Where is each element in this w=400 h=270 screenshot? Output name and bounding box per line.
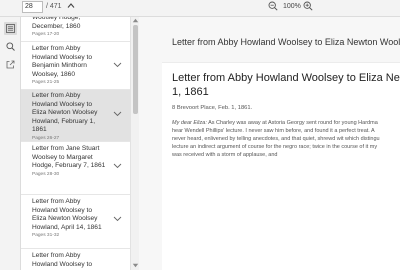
toc-item[interactable]: Woolsey Hodge, December, 1860 Pages 17-2… — [21, 17, 131, 42]
document-view: Letter from Abby Howland Woolsey to Eliz… — [140, 17, 400, 270]
salutation: My dear Eliza: — [172, 120, 207, 126]
toc-item[interactable]: Letter from Abby Howland Woolsey to — [21, 249, 131, 270]
document-body: My dear Eliza: As Charley was away at As… — [172, 119, 400, 159]
scrollbar-thumb[interactable] — [133, 25, 138, 114]
body-line: never heard, enlivened by telling anecdo… — [172, 136, 380, 142]
toc-item-title: Letter from Abby Howland Woolsey to Benj… — [32, 45, 92, 78]
toc-item-pages: Pages 26-27 — [32, 135, 60, 141]
toc-item[interactable]: Letter from Jane Stuart Woolsey to Marga… — [21, 142, 131, 195]
document-header-title: Letter from Abby Howland Woolsey to Eliz… — [172, 37, 400, 47]
external-link-button[interactable] — [4, 58, 17, 71]
document-title-line-2: 1, 1861 — [172, 85, 209, 98]
previous-page-chevron-up-icon[interactable] — [66, 0, 76, 12]
toc-item[interactable]: Letter from Abby Howland Woolsey to Benj… — [21, 42, 131, 90]
document-title: Letter from Abby Howland Woolsey to Eliz… — [172, 72, 400, 99]
chevron-down-icon[interactable] — [113, 216, 122, 222]
toc-item-title: Woolsey Hodge, December, 1860 — [32, 17, 81, 30]
chevron-down-icon[interactable] — [113, 62, 122, 68]
table-of-contents-panel: Woolsey Hodge, December, 1860 Pages 17-2… — [21, 17, 139, 270]
zoom-level-label: 100% — [283, 3, 301, 10]
toc-item-pages: Pages 21-25 — [32, 80, 60, 86]
table-of-contents-icon — [6, 24, 15, 33]
toc-item-pages: Pages 28-30 — [32, 171, 60, 177]
scroll-up-arrow-icon[interactable] — [132, 18, 139, 23]
top-toolbar: 28 / 471 100% — [0, 0, 400, 17]
body-line: hear Wendell Phillips' lecture. I never … — [172, 128, 375, 134]
left-icon-rail — [0, 17, 21, 270]
zoom-out-icon[interactable] — [268, 1, 278, 11]
toc-item-title: Letter from Abby Howland Woolsey to Eliz… — [32, 198, 102, 231]
document-page: Letter from Abby Howland Woolsey to Eliz… — [162, 62, 400, 270]
page-number-input[interactable]: 28 — [22, 1, 43, 13]
toc-item-title: Letter from Abby Howland Woolsey to — [32, 252, 92, 268]
body-line: My dear Eliza: As Charley was away at As… — [172, 119, 400, 127]
chevron-down-icon[interactable] — [113, 163, 122, 169]
external-link-icon — [6, 60, 15, 69]
toc-item[interactable]: Letter from Abby Howland Woolsey to Eliz… — [21, 195, 131, 249]
body-line-text: As Charley was away at Astoria Georgy se… — [206, 120, 378, 126]
page-total-label: / 471 — [46, 3, 62, 10]
document-title-line-1: Letter from Abby Howland Woolsey to Eliz… — [172, 72, 400, 84]
body-line: lecture an indirect argument of course f… — [172, 144, 378, 150]
toc-item-selected[interactable]: Letter from Abby Howland Woolsey to Eliz… — [21, 90, 131, 142]
toc-item-title: Letter from Jane Stuart Woolsey to Marga… — [32, 145, 106, 170]
search-icon — [6, 42, 15, 51]
toc-scrollbar[interactable] — [130, 17, 139, 270]
toc-item-title: Letter from Abby Howland Woolsey to Eliz… — [32, 92, 98, 134]
toc-item-pages: Pages 31-32 — [32, 233, 60, 239]
toc-item-pages: Pages 17-20 — [32, 32, 60, 38]
table-of-contents-button[interactable] — [4, 22, 17, 35]
zoom-in-icon[interactable] — [303, 1, 313, 11]
document-place-date: 8 Brevoort Place, Feb. 1, 1861. — [172, 105, 253, 111]
scroll-down-arrow-icon[interactable] — [132, 263, 139, 268]
search-button[interactable] — [4, 40, 17, 53]
body-line: was received with a storm of applause, a… — [172, 152, 278, 158]
chevron-down-icon[interactable] — [113, 111, 122, 117]
